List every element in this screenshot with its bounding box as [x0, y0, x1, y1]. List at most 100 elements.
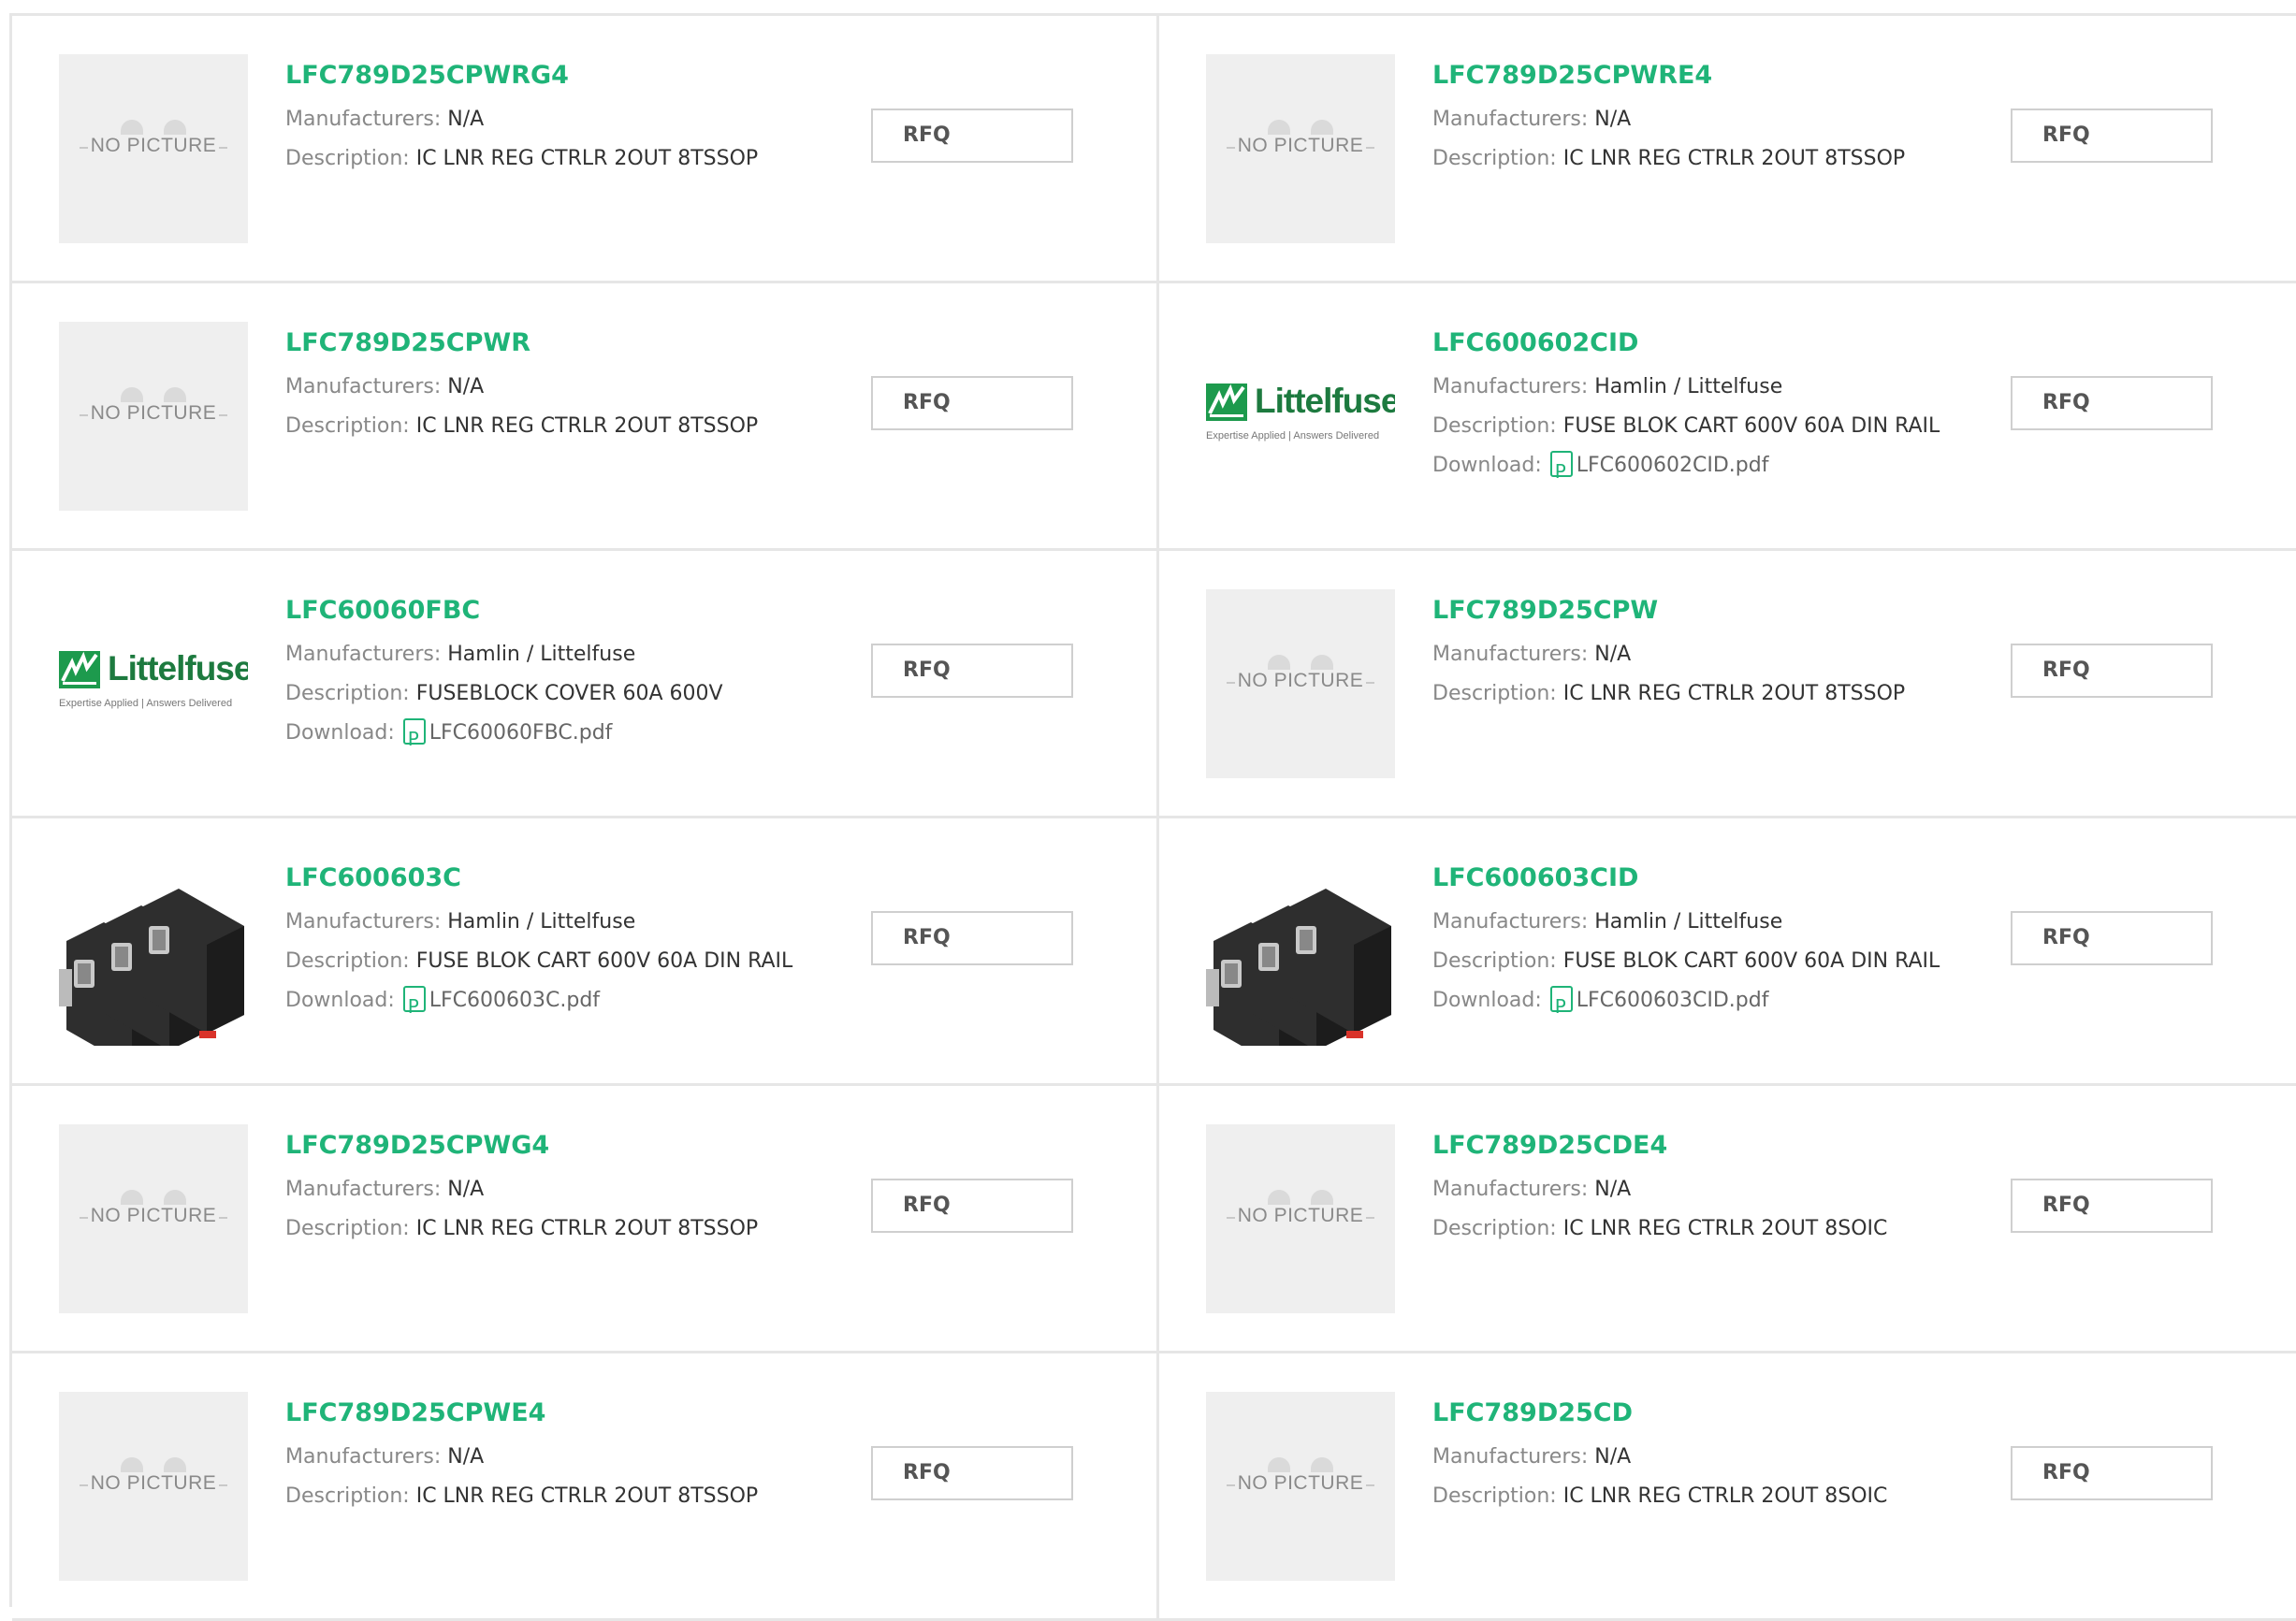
manufacturer-value: N/A: [447, 375, 485, 398]
rfq-button[interactable]: RFQ: [871, 644, 1073, 698]
product-image[interactable]: NO PICTURE: [1206, 54, 1395, 243]
part-number-link[interactable]: LFC600602CID: [1432, 326, 2296, 360]
manufacturers-label: Manufacturers:: [1432, 1445, 1595, 1469]
part-number-link[interactable]: LFC789D25CPWRG4: [285, 59, 1156, 93]
rfq-button[interactable]: RFQ: [871, 1179, 1073, 1233]
manufacturer-value: N/A: [1594, 1445, 1632, 1469]
product-image[interactable]: NO PICTURE: [59, 1124, 248, 1313]
manufacturer-value: Hamlin / Littelfuse: [1594, 375, 1783, 398]
rfq-button[interactable]: RFQ: [871, 1446, 1073, 1500]
description-label: Description:: [285, 1484, 416, 1508]
description-value: IC LNR REG CTRLR 2OUT 8TSSOP: [1562, 147, 1906, 170]
fuse-block-photo: [1206, 889, 1391, 1046]
part-number-link[interactable]: LFC789D25CPWR: [285, 326, 1156, 360]
part-number-link[interactable]: LFC60060FBC: [285, 594, 1156, 628]
download-label: Download:: [285, 721, 401, 745]
rfq-button[interactable]: RFQ: [2011, 1446, 2213, 1500]
description-value: IC LNR REG CTRLR 2OUT 8TSSOP: [415, 1484, 759, 1508]
description-value: FUSE BLOK CART 600V 60A DIN RAIL: [415, 949, 793, 973]
product-card: LFC600603C Manufacturers: Hamlin / Litte…: [12, 818, 1159, 1086]
product-image[interactable]: NO PICTURE: [59, 322, 248, 511]
manufacturer-value: N/A: [1594, 1178, 1632, 1201]
part-number-link[interactable]: LFC789D25CPWE4: [285, 1397, 1156, 1430]
product-image[interactable]: [1206, 857, 1395, 1046]
no-picture-label: NO PICTURE: [1206, 670, 1395, 692]
rfq-button[interactable]: RFQ: [2011, 911, 2213, 965]
pdf-icon[interactable]: [1549, 451, 1573, 491]
description-value: IC LNR REG CTRLR 2OUT 8SOIC: [1562, 1484, 1888, 1508]
product-card: NO PICTURE LFC789D25CPWRE4 Manufacturers…: [1159, 16, 2296, 283]
manufacturer-value: Hamlin / Littelfuse: [447, 643, 636, 666]
datasheet-link[interactable]: LFC600602CID.pdf: [1577, 454, 1769, 477]
pdf-icon[interactable]: [402, 986, 426, 1026]
product-image[interactable]: [59, 857, 248, 1046]
product-image[interactable]: NO PICTURE: [1206, 1124, 1395, 1313]
download-row: Download: LFC600603CID.pdf: [1432, 981, 2296, 1026]
product-card: NO PICTURE LFC789D25CPWRG4 Manufacturers…: [12, 16, 1159, 283]
manufacturers-label: Manufacturers:: [1432, 108, 1595, 131]
no-picture-label: NO PICTURE: [1206, 1205, 1395, 1227]
description-label: Description:: [285, 682, 416, 705]
description-label: Description:: [285, 147, 416, 170]
rfq-button[interactable]: RFQ: [2011, 1179, 2213, 1233]
product-image[interactable]: Littelfuse Expertise Applied | Answers De…: [1206, 322, 1395, 511]
description-label: Description:: [1432, 147, 1563, 170]
product-card: NO PICTURE LFC789D25CPWG4 Manufacturers:…: [12, 1086, 1159, 1353]
part-number-link[interactable]: LFC600603C: [285, 861, 1156, 895]
part-number-link[interactable]: LFC789D25CPWRE4: [1432, 59, 2296, 93]
product-card: NO PICTURE LFC789D25CPWE4 Manufacturers:…: [12, 1353, 1159, 1621]
rfq-button[interactable]: RFQ: [2011, 376, 2213, 430]
product-card: NO PICTURE LFC789D25CDE4 Manufacturers: …: [1159, 1086, 2296, 1353]
no-picture-label: NO PICTURE: [59, 402, 248, 425]
part-number-link[interactable]: LFC600603CID: [1432, 861, 2296, 895]
description-label: Description:: [1432, 1484, 1563, 1508]
manufacturers-label: Manufacturers:: [285, 375, 448, 398]
datasheet-link[interactable]: LFC600603CID.pdf: [1577, 989, 1769, 1012]
description-value: FUSEBLOCK COVER 60A 600V: [415, 682, 723, 705]
rfq-button[interactable]: RFQ: [2011, 644, 2213, 698]
manufacturer-value: N/A: [447, 1445, 485, 1469]
manufacturers-label: Manufacturers:: [1432, 375, 1595, 398]
manufacturers-label: Manufacturers:: [1432, 1178, 1595, 1201]
logo-tagline: Expertise Applied | Answers Delivered: [59, 698, 233, 709]
download-label: Download:: [1432, 989, 1548, 1012]
logo-wordmark: Littelfuse: [1255, 382, 1395, 420]
part-number-link[interactable]: LFC789D25CD: [1432, 1397, 2296, 1430]
product-image[interactable]: NO PICTURE: [1206, 589, 1395, 778]
part-number-link[interactable]: LFC789D25CPW: [1432, 594, 2296, 628]
datasheet-link[interactable]: LFC60060FBC.pdf: [429, 721, 613, 745]
product-grid: NO PICTURE LFC789D25CPWRG4 Manufacturers…: [9, 13, 2296, 1621]
rfq-button[interactable]: RFQ: [2011, 109, 2213, 163]
pdf-icon[interactable]: [1549, 986, 1573, 1026]
description-label: Description:: [1432, 414, 1563, 438]
littelfuse-logo: Littelfuse Expertise Applied | Answers De…: [59, 649, 248, 726]
description-label: Description:: [1432, 949, 1563, 973]
rfq-button[interactable]: RFQ: [871, 911, 1073, 965]
product-image[interactable]: NO PICTURE: [59, 1392, 248, 1581]
datasheet-link[interactable]: LFC600603C.pdf: [429, 989, 600, 1012]
description-value: IC LNR REG CTRLR 2OUT 8TSSOP: [1562, 682, 1906, 705]
littelfuse-mark-icon: [59, 651, 100, 688]
rfq-button[interactable]: RFQ: [871, 109, 1073, 163]
description-value: IC LNR REG CTRLR 2OUT 8TSSOP: [415, 1217, 759, 1240]
description-value: IC LNR REG CTRLR 2OUT 8TSSOP: [415, 147, 759, 170]
description-label: Description:: [1432, 682, 1563, 705]
littelfuse-logo: Littelfuse Expertise Applied | Answers De…: [1206, 382, 1395, 458]
description-label: Description:: [285, 1217, 416, 1240]
description-value: FUSE BLOK CART 600V 60A DIN RAIL: [1562, 949, 1940, 973]
product-image[interactable]: Littelfuse Expertise Applied | Answers De…: [59, 589, 248, 778]
manufacturer-value: N/A: [1594, 643, 1632, 666]
rfq-button[interactable]: RFQ: [871, 376, 1073, 430]
manufacturers-label: Manufacturers:: [285, 910, 448, 934]
pdf-icon[interactable]: [402, 718, 426, 759]
part-number-link[interactable]: LFC789D25CPWG4: [285, 1129, 1156, 1163]
fuse-block-photo: [59, 889, 244, 1046]
manufacturer-value: Hamlin / Littelfuse: [1594, 910, 1783, 934]
product-image[interactable]: NO PICTURE: [1206, 1392, 1395, 1581]
product-image[interactable]: NO PICTURE: [59, 54, 248, 243]
product-card: Littelfuse Expertise Applied | Answers De…: [1159, 283, 2296, 551]
product-card: NO PICTURE LFC789D25CD Manufacturers: N/…: [1159, 1353, 2296, 1621]
part-number-link[interactable]: LFC789D25CDE4: [1432, 1129, 2296, 1163]
manufacturer-value: N/A: [447, 108, 485, 131]
no-picture-label: NO PICTURE: [1206, 135, 1395, 157]
